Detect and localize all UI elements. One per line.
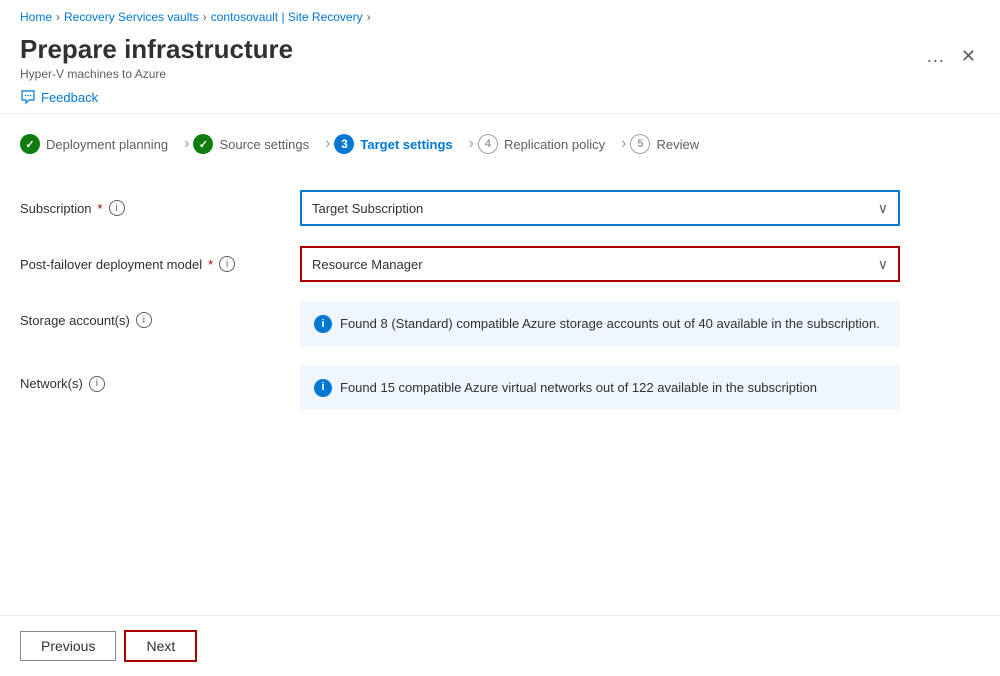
step2-label: Source settings xyxy=(219,137,309,152)
step-replication: 4 Replication policy xyxy=(478,130,617,158)
step1-num: ✓ xyxy=(20,134,40,154)
step3-num: 3 xyxy=(334,134,354,154)
more-button[interactable]: ... xyxy=(923,42,949,71)
breadcrumb-sep2: › xyxy=(203,10,207,24)
step4-label: Replication policy xyxy=(504,137,605,152)
previous-button[interactable]: Previous xyxy=(20,631,116,661)
next-button[interactable]: Next xyxy=(124,630,197,662)
subscription-dropdown-wrap: Target Subscription ∨ xyxy=(300,190,900,226)
network-row: Network(s) i i Found 15 compatible Azure… xyxy=(20,366,980,410)
deployment-model-label: Post-failover deployment model * i xyxy=(20,256,300,272)
step5-num: 5 xyxy=(630,134,650,154)
step2-num: ✓ xyxy=(193,134,213,154)
storage-info-box: i Found 8 (Standard) compatible Azure st… xyxy=(300,302,900,346)
page-subtitle: Hyper-V machines to Azure xyxy=(20,67,293,81)
storage-info-text: Found 8 (Standard) compatible Azure stor… xyxy=(340,314,880,334)
subscription-info-icon[interactable]: i xyxy=(109,200,125,216)
deployment-model-value: Resource Manager xyxy=(312,257,423,272)
deployment-model-dropdown-wrap: Resource Manager ∨ xyxy=(300,246,900,282)
step3-label: Target settings xyxy=(360,137,452,152)
step-review: 5 Review xyxy=(630,130,711,158)
network-label: Network(s) i xyxy=(20,366,300,392)
bottom-bar: Previous Next xyxy=(0,615,1000,676)
storage-info-circle: i xyxy=(314,315,332,333)
header-left: Prepare infrastructure Hyper-V machines … xyxy=(20,34,293,81)
network-info-icon[interactable]: i xyxy=(89,376,105,392)
breadcrumb: Home › Recovery Services vaults › contos… xyxy=(0,0,1000,30)
breadcrumb-sep3: › xyxy=(367,10,371,24)
network-info-text: Found 15 compatible Azure virtual networ… xyxy=(340,378,817,398)
page-title: Prepare infrastructure xyxy=(20,34,293,65)
deployment-info-icon[interactable]: i xyxy=(219,256,235,272)
page-container: Home › Recovery Services vaults › contos… xyxy=(0,0,1000,676)
subscription-value: Target Subscription xyxy=(312,201,423,216)
deployment-model-row: Post-failover deployment model * i Resou… xyxy=(20,246,980,282)
storage-info-icon[interactable]: i xyxy=(136,312,152,328)
feedback-bar: Feedback xyxy=(0,81,1000,113)
subscription-dropdown-arrow: ∨ xyxy=(878,200,888,217)
feedback-button[interactable]: Feedback xyxy=(20,89,98,105)
step-source[interactable]: ✓ Source settings xyxy=(193,130,321,158)
deployment-model-dropdown[interactable]: Resource Manager ∨ xyxy=(300,246,900,282)
header-right: ... ✕ xyxy=(923,42,980,71)
subscription-dropdown[interactable]: Target Subscription ∨ xyxy=(300,190,900,226)
subscription-row: Subscription * i Target Subscription ∨ xyxy=(20,190,980,226)
network-info-circle: i xyxy=(314,379,332,397)
step5-label: Review xyxy=(656,137,699,152)
feedback-icon xyxy=(20,89,36,105)
close-button[interactable]: ✕ xyxy=(957,42,980,71)
subscription-label: Subscription * i xyxy=(20,200,300,216)
network-info-box: i Found 15 compatible Azure virtual netw… xyxy=(300,366,900,410)
steps-bar: ✓ Deployment planning › ✓ Source setting… xyxy=(0,114,1000,174)
storage-label: Storage account(s) i xyxy=(20,302,300,328)
storage-row: Storage account(s) i i Found 8 (Standard… xyxy=(20,302,980,346)
breadcrumb-recovery[interactable]: Recovery Services vaults xyxy=(64,10,199,24)
step-deployment[interactable]: ✓ Deployment planning xyxy=(20,130,180,158)
breadcrumb-home[interactable]: Home xyxy=(20,10,52,24)
step4-num: 4 xyxy=(478,134,498,154)
breadcrumb-vault[interactable]: contosovault | Site Recovery xyxy=(211,10,363,24)
deployment-dropdown-arrow: ∨ xyxy=(878,256,888,273)
step1-label: Deployment planning xyxy=(46,137,168,152)
subscription-required: * xyxy=(98,201,103,216)
header: Prepare infrastructure Hyper-V machines … xyxy=(0,30,1000,81)
deployment-required: * xyxy=(208,257,213,272)
feedback-label: Feedback xyxy=(41,90,98,105)
breadcrumb-sep1: › xyxy=(56,10,60,24)
step-target[interactable]: 3 Target settings xyxy=(334,130,464,158)
form-content: Subscription * i Target Subscription ∨ P… xyxy=(0,174,1000,425)
